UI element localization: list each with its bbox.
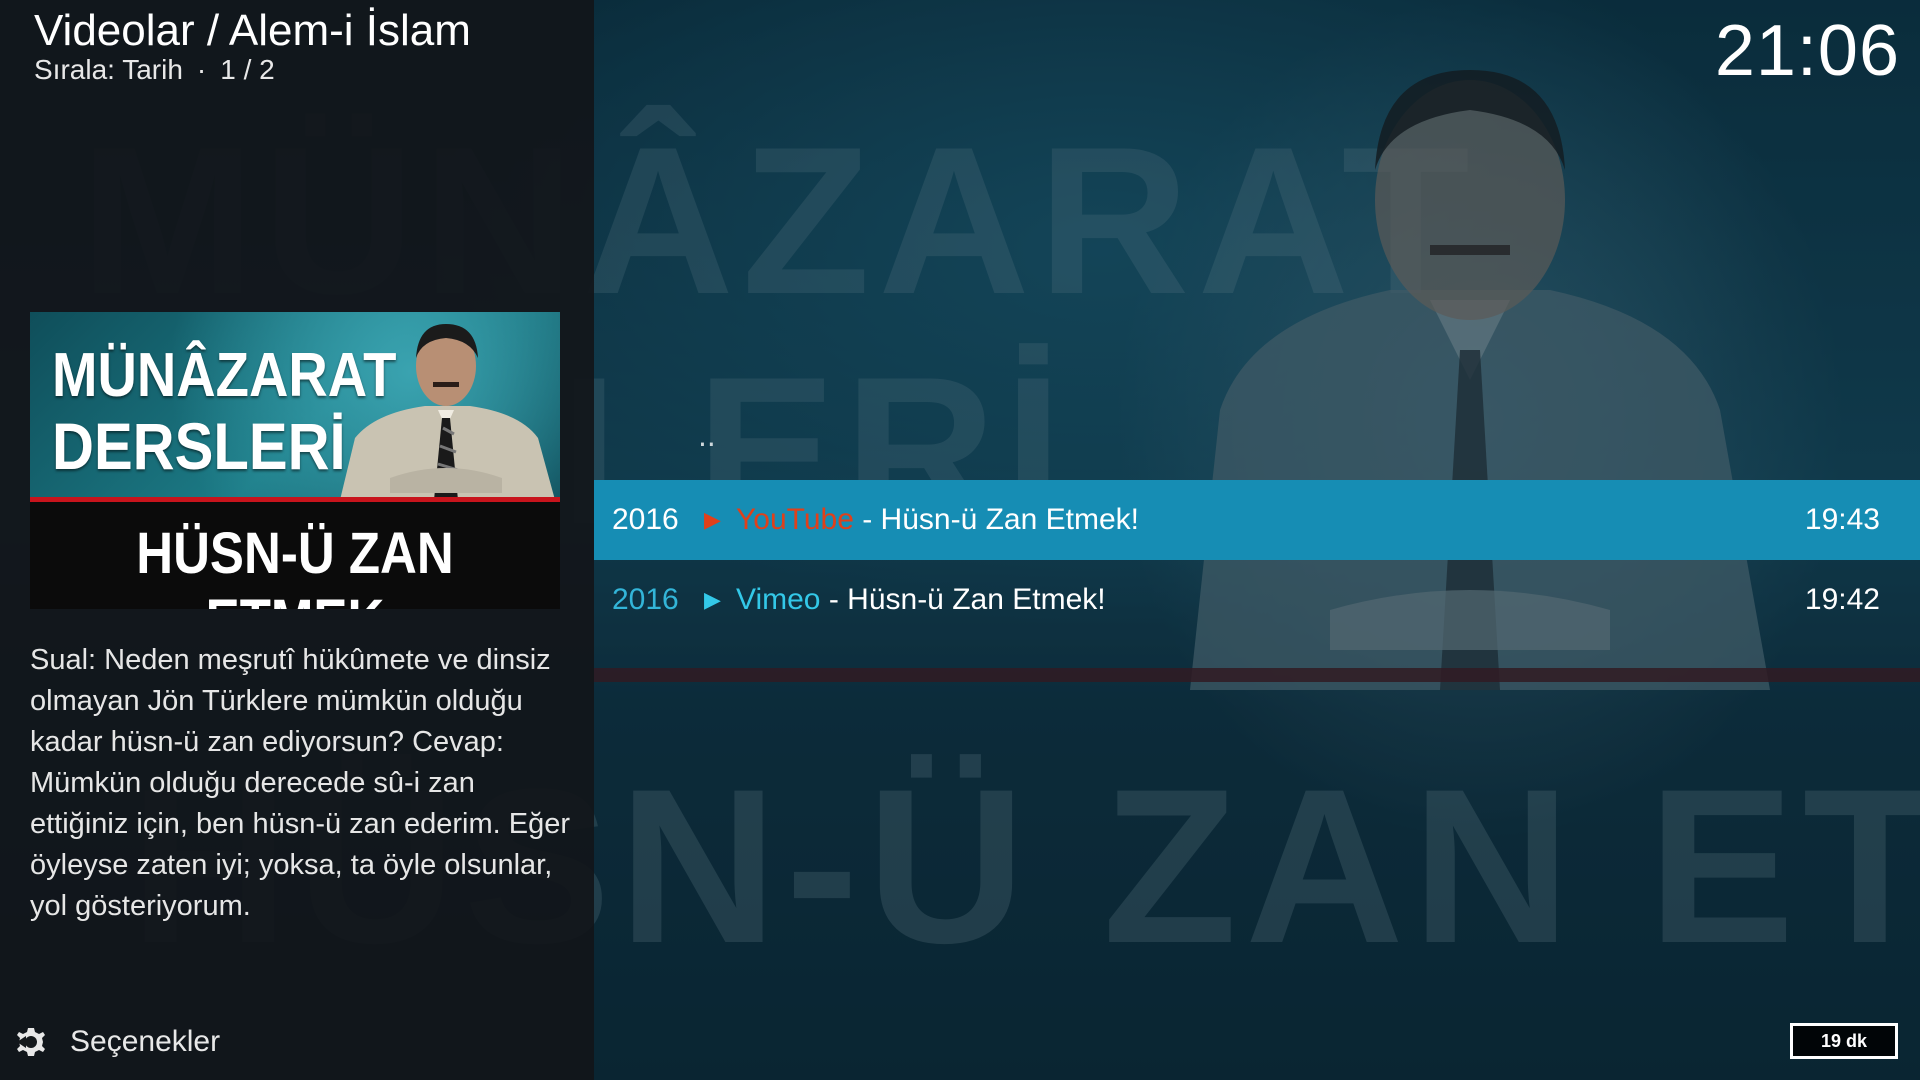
item-source: Vimeo: [736, 583, 821, 616]
gear-icon: [17, 1028, 45, 1056]
duration-badge: 19 dk: [1790, 1023, 1898, 1059]
item-title: YouTube - Hüsn-ü Zan Etmek!: [736, 503, 1139, 537]
item-year: 2016: [612, 503, 679, 536]
options-label: Seçenekler: [70, 1025, 221, 1058]
item-duration: 19:42: [1804, 583, 1880, 616]
options-button[interactable]: Seçenekler: [14, 1020, 220, 1064]
sort-label: Sırala: Tarih: [34, 54, 183, 85]
list-item-vimeo[interactable]: 2016 ▶ Vimeo - Hüsn-ü Zan Etmek! 19:42: [594, 560, 1920, 640]
item-duration: 19:43: [1804, 503, 1880, 536]
list-item-youtube[interactable]: 2016 ▶ YouTube - Hüsn-ü Zan Etmek! 19:43: [594, 480, 1920, 560]
thumbnail-caption: HÜSN-Ü ZAN ETMEK: [136, 521, 454, 609]
page-title: Videolar / Alem-i İslam: [34, 6, 471, 55]
item-name: - Hüsn-ü Zan Etmek!: [853, 503, 1139, 536]
video-thumbnail: MÜNÂZARAT DERSLERİ HÜSN-Ü ZAN ETMEK: [30, 312, 560, 609]
clock: 21:06: [1714, 11, 1900, 91]
play-icon: ▶: [704, 587, 721, 612]
item-year: 2016: [612, 583, 679, 616]
item-title: Vimeo - Hüsn-ü Zan Etmek!: [736, 583, 1106, 617]
item-source: YouTube: [736, 503, 854, 536]
thumbnail-person-image: [340, 324, 555, 500]
separator-dot: ·: [196, 54, 207, 85]
thumbnail-title-line2: DERSLERİ: [52, 409, 346, 483]
page-counter: 1 / 2: [220, 54, 275, 85]
item-name: - Hüsn-ü Zan Etmek!: [820, 583, 1106, 616]
header-subtitle: Sırala: Tarih · 1 / 2: [34, 54, 275, 86]
plot-description: Sual: Neden meşrutî hükûmete ve dinsiz o…: [30, 644, 571, 922]
play-icon: ▶: [704, 507, 721, 532]
thumbnail-red-divider: [30, 497, 560, 502]
